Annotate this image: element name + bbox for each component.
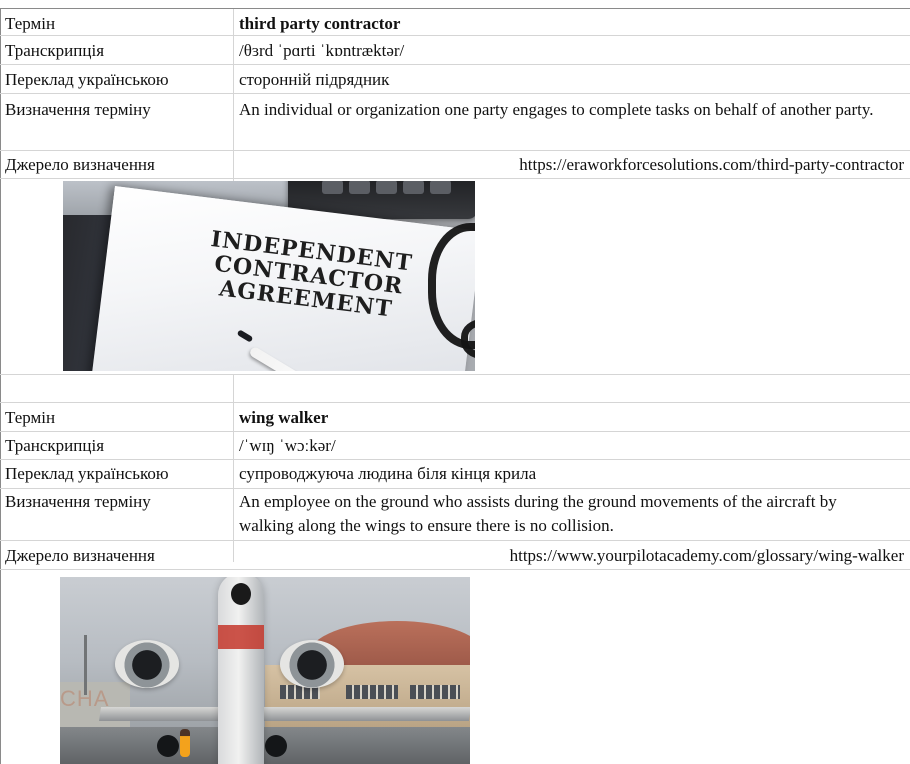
entry2-definition-label[interactable]: Визначення терміну <box>5 490 231 513</box>
entry1-definition-value[interactable]: An individual or organization one party … <box>239 98 899 122</box>
entry2-definition-value[interactable]: An employee on the ground who assists du… <box>239 490 889 538</box>
landing-gear-wheel <box>265 735 287 757</box>
calculator-key <box>430 181 451 194</box>
building-windows <box>410 685 460 699</box>
entry2-row-line-2 <box>0 459 910 460</box>
entry1-term-value[interactable]: third party contractor <box>239 12 910 35</box>
aircraft-nose <box>231 583 251 605</box>
entry1-transcription-label[interactable]: Транскрипція <box>5 39 231 62</box>
entry1-row-line-3 <box>0 93 910 94</box>
entry2-translation-label[interactable]: Переклад українською <box>5 462 231 485</box>
entry1-row-line-5 <box>0 178 910 179</box>
entry2-row-line-4 <box>0 540 910 541</box>
calculator-key <box>349 181 370 194</box>
entry2-term-value[interactable]: wing walker <box>239 406 910 429</box>
right-engine-icon <box>280 640 344 688</box>
entry1-row-line-2 <box>0 64 910 65</box>
entry2-transcription-label[interactable]: Транскрипція <box>5 434 231 457</box>
empty-row-bottom-line <box>0 402 910 403</box>
aircraft-wing <box>99 707 470 721</box>
entry1-definition-label[interactable]: Визначення терміну <box>5 98 231 121</box>
entry1-row-line-1 <box>0 35 910 36</box>
entry1-translation-value[interactable]: сторонній підрядник <box>239 68 910 91</box>
glossary-sheet: Термін third party contractor Транскрипц… <box>0 0 910 764</box>
entry1-term-label[interactable]: Термін <box>5 12 231 35</box>
entry2-row-line-3 <box>0 488 910 489</box>
entry2-transcription-value[interactable]: /ˈwɪŋ ˈwɔːkər/ <box>239 434 910 457</box>
landing-gear-wheel <box>157 735 179 757</box>
entry2-source-label[interactable]: Джерело визначення <box>5 544 231 567</box>
entry1-transcription-value[interactable]: /θɜrd ˈpɑrti ˈkɒntræktər/ <box>239 39 910 62</box>
calculator-key <box>322 181 343 194</box>
calculator-key <box>403 181 424 194</box>
calculator-key <box>376 181 397 194</box>
entry2-translation-value[interactable]: супроводжуюча людина біля кінця крила <box>239 462 910 485</box>
contract-agreement-image: INDEPENDENT CONTRACTOR AGREEMENT <box>63 181 475 371</box>
sheet-left-border <box>0 8 1 764</box>
entry1-source-label[interactable]: Джерело визначення <box>5 153 231 176</box>
sheet-top-border <box>0 8 910 9</box>
wing-walker-aircraft-image: CHA <box>60 577 470 764</box>
entry2-term-label[interactable]: Термін <box>5 406 231 429</box>
entry1-source-url[interactable]: https://eraworkforcesolutions.com/third-… <box>239 153 904 176</box>
left-engine-icon <box>115 640 179 688</box>
entry2-row-line-5 <box>0 569 910 570</box>
light-pole <box>84 635 87 695</box>
aircraft-red-stripe <box>218 625 264 649</box>
wing-walker-person <box>180 729 190 757</box>
entry1-translation-label[interactable]: Переклад українською <box>5 68 231 91</box>
entry2-row-line-1 <box>0 431 910 432</box>
aircraft-fuselage <box>218 577 264 764</box>
empty-row-top-line <box>0 374 910 375</box>
entry2-source-url[interactable]: https://www.yourpilotacademy.com/glossar… <box>239 544 904 567</box>
building-windows <box>346 685 398 699</box>
entry1-row-line-4 <box>0 150 910 151</box>
